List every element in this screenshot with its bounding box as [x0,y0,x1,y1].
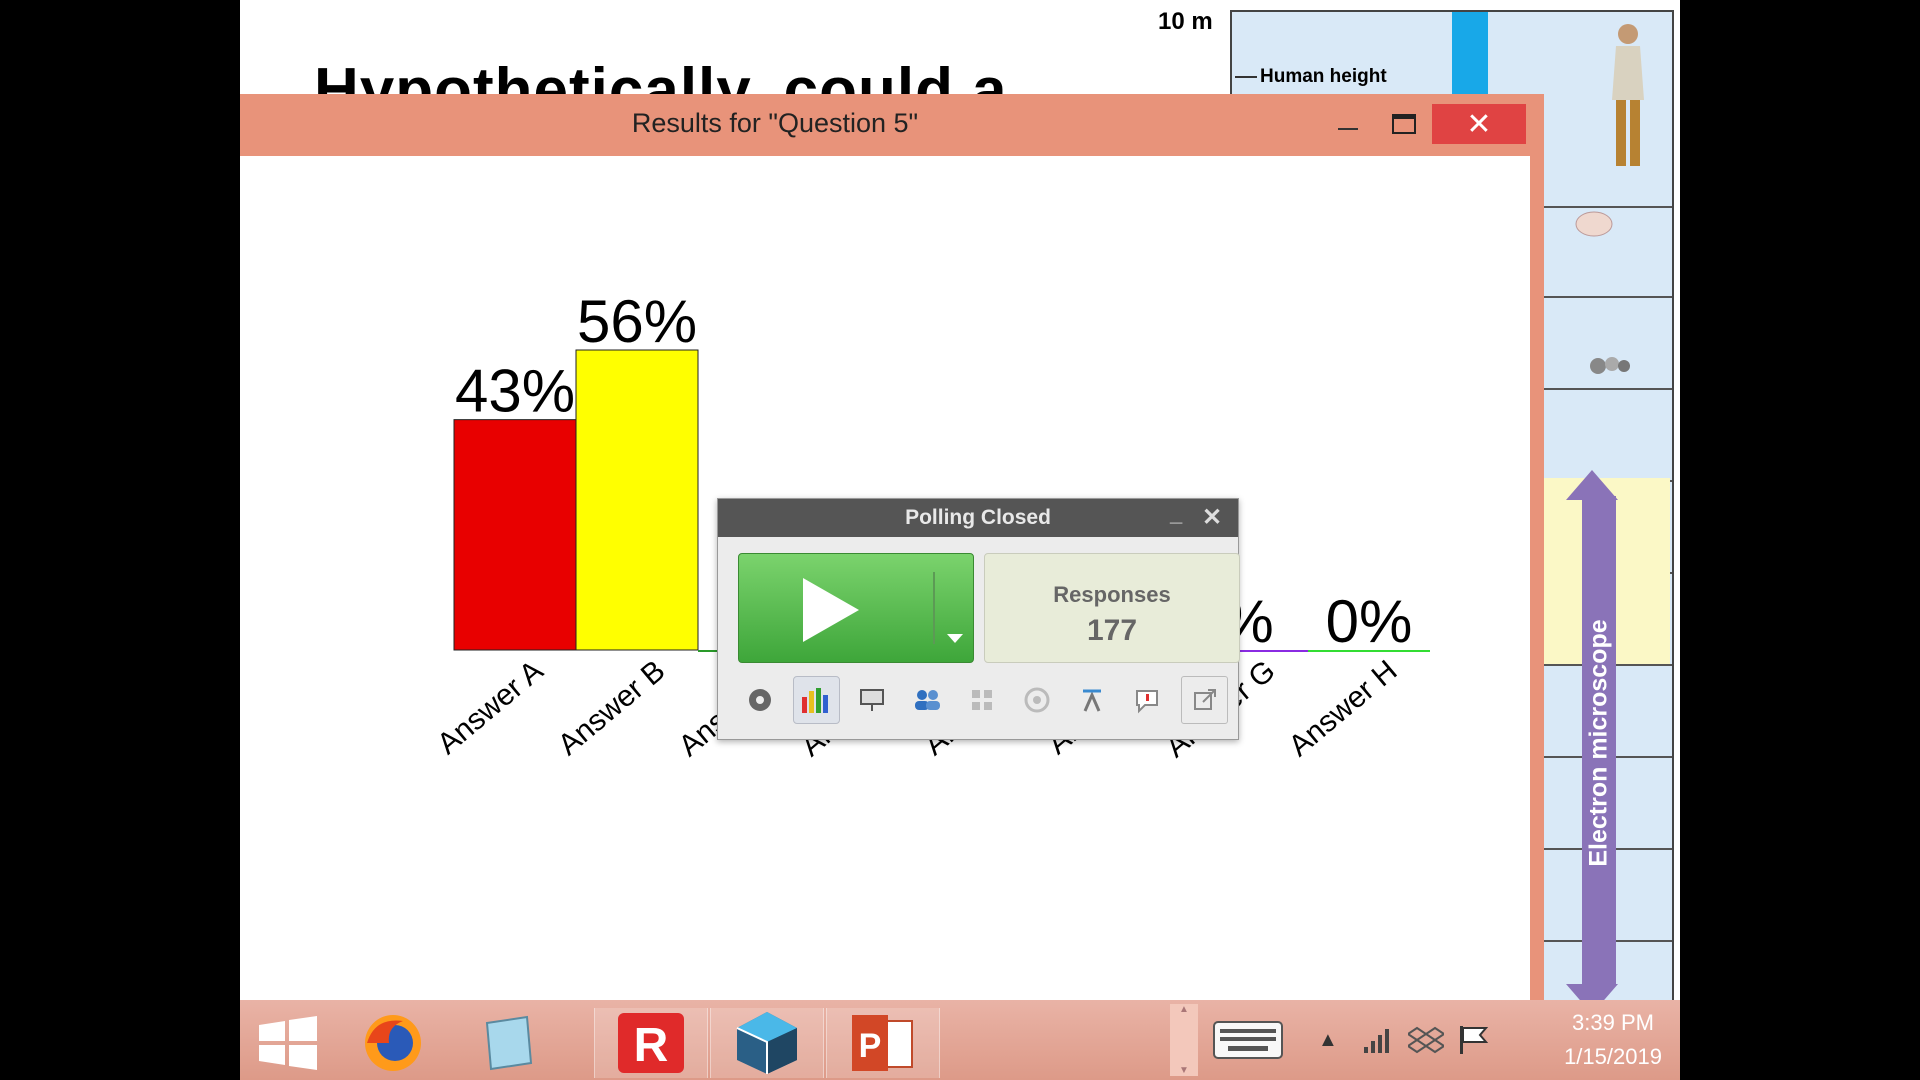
scroll-down-icon[interactable]: ▼ [1179,1065,1189,1076]
desktop-screen: Hypothetically, could a 10 m Human heigh… [240,0,1680,1080]
taskbar-firefox[interactable] [338,1008,448,1078]
poll-title: Polling Closed [905,506,1051,529]
network-signal-icon [1364,1029,1389,1053]
poll-titlebar[interactable]: Polling Closed _ ✕ [718,499,1238,537]
network-tray[interactable] [1362,1000,1394,1080]
taskbar-powerpoint[interactable]: P [826,1008,940,1078]
results-window: Results for "Question 5" ✕ 43% Answer A 56… [240,94,1530,1080]
action-center-tray[interactable] [1456,1000,1490,1080]
clock-time: 3:39 PM [1572,1010,1654,1035]
taskbar-turningpoint[interactable]: R [594,1008,708,1078]
settings-gear-icon[interactable] [738,677,783,723]
arrow-head-top [1566,470,1618,500]
target-icon[interactable] [1014,677,1059,723]
bar-answer-b [575,349,699,651]
start-button[interactable] [240,1008,336,1078]
taskbar: R P ▲ ▼ ▲ [240,1000,1680,1080]
poll-toolbar [738,676,1238,724]
grid-icon[interactable] [960,677,1005,723]
responses-count: 177 [1086,614,1138,647]
bar-answer-a [453,419,577,651]
show-hidden-icons-icon[interactable]: ▲ [1318,1000,1338,1080]
poll-minimize-button[interactable]: _ [1170,501,1182,527]
cube-app-icon [736,1012,797,1074]
dropbox-icon [1408,1026,1444,1054]
poll-close-button[interactable]: ✕ [1202,503,1222,532]
bar-chart-icon[interactable] [792,676,840,724]
windows-logo-icon [259,1016,317,1070]
keyboard-icon [1213,1021,1283,1059]
responses-label: Responses [1053,582,1171,607]
value-label-answer-a: 43% [455,358,575,425]
results-window-border [1530,94,1544,1000]
taskbar-clock[interactable]: 3:39 PM 1/15/2019 [1546,1006,1680,1074]
keyboard-tray[interactable] [1212,1000,1284,1080]
play-dropdown-icon[interactable] [947,634,963,643]
value-label-answer-h: 0% [1326,588,1413,655]
tools-icon[interactable] [1069,677,1114,723]
start-polling-button[interactable] [738,553,974,663]
svg-text:R: R [634,1019,669,1072]
egg-icon [1575,211,1613,237]
scroll-up-icon[interactable]: ▲ [1179,1004,1189,1015]
cyan-scale-bar [1452,12,1488,102]
flag-icon [1460,1026,1489,1054]
play-icon [803,578,859,642]
scale-label: 10 m [1158,8,1213,35]
value-label-answer-b: 56% [577,288,697,355]
taskbar-notepad[interactable] [452,1008,562,1078]
category-label-answer-a: Answer A [431,654,549,761]
polling-widget: Polling Closed _ ✕ Responses 177 [717,498,1240,740]
participants-icon[interactable] [905,677,950,723]
responses-box: Responses 177 [984,553,1240,663]
feedback-icon[interactable] [1124,677,1169,723]
taskbar-scroll[interactable]: ▲ ▼ [1168,1000,1200,1080]
dropbox-tray[interactable] [1408,1000,1444,1080]
svg-text:P: P [859,1027,882,1065]
export-icon[interactable] [1181,676,1229,724]
human-height-label: Human height [1260,66,1387,87]
category-label-answer-h: Answer H [1283,654,1404,763]
electron-microscope-label: Electron microscope [1584,619,1613,867]
human-figure-icon [1612,24,1644,166]
taskbar-sketchup[interactable] [710,1008,824,1078]
presentation-screen-icon[interactable] [850,677,895,723]
molecule-icon [1590,357,1630,374]
powerpoint-icon: P [852,1015,913,1071]
firefox-icon [365,1015,421,1071]
category-label-answer-b: Answer B [552,654,672,762]
notepad-icon [485,1015,533,1071]
clock-date: 1/15/2019 [1564,1044,1662,1069]
human-tick [1235,76,1257,78]
turningpoint-r-icon: R [618,1013,684,1073]
